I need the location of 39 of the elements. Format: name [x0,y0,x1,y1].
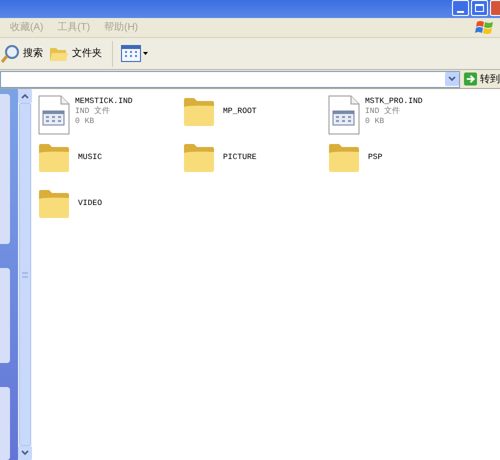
go-button[interactable]: 转到 [460,72,500,86]
dropdown-button[interactable] [445,72,459,86]
document-icon [328,95,360,135]
arrow-icon [464,72,477,86]
views-button[interactable] [112,40,148,66]
folders-button[interactable]: 文件夹 [49,44,112,62]
address-field[interactable] [0,70,460,88]
file-name[interactable]: MEMSTICK.IND [75,97,133,107]
chevron-down-icon [21,450,29,456]
views-icon [121,45,141,62]
folder-name[interactable]: VIDEO [78,198,102,210]
caret-icon [143,52,148,55]
file-type: IND 文件 [75,107,112,117]
search-icon [0,44,20,64]
chevron-down-icon [448,76,456,82]
minimize-button[interactable] [452,0,469,16]
file-size: 0 KB [75,117,96,127]
file-size: 0 KB [365,117,386,127]
file-type: IND 文件 [365,107,402,117]
scroll-thumb[interactable] [19,103,31,446]
folder-icon [183,97,215,127]
folder-icon [328,143,360,173]
folder-name[interactable]: PICTURE [223,152,257,164]
document-icon [38,95,70,135]
chevron-up-icon [21,93,29,99]
scroll-up-button[interactable] [18,89,32,103]
folder-name[interactable]: PSP [368,152,382,164]
folder-icon [183,143,215,173]
search-button[interactable]: 搜索 [0,44,49,64]
folder-icon [38,189,70,219]
windows-logo-icon [474,18,496,36]
scrollbar[interactable] [18,89,32,460]
maximize-button[interactable] [471,0,488,16]
file-name[interactable]: MSTK_PRO.IND [365,97,423,107]
close-button[interactable] [490,0,500,16]
folder-name[interactable]: MUSIC [78,152,102,164]
scroll-down-button[interactable] [18,446,32,460]
folder-name[interactable]: MP_ROOT [223,106,257,118]
folder-icon [38,143,70,173]
